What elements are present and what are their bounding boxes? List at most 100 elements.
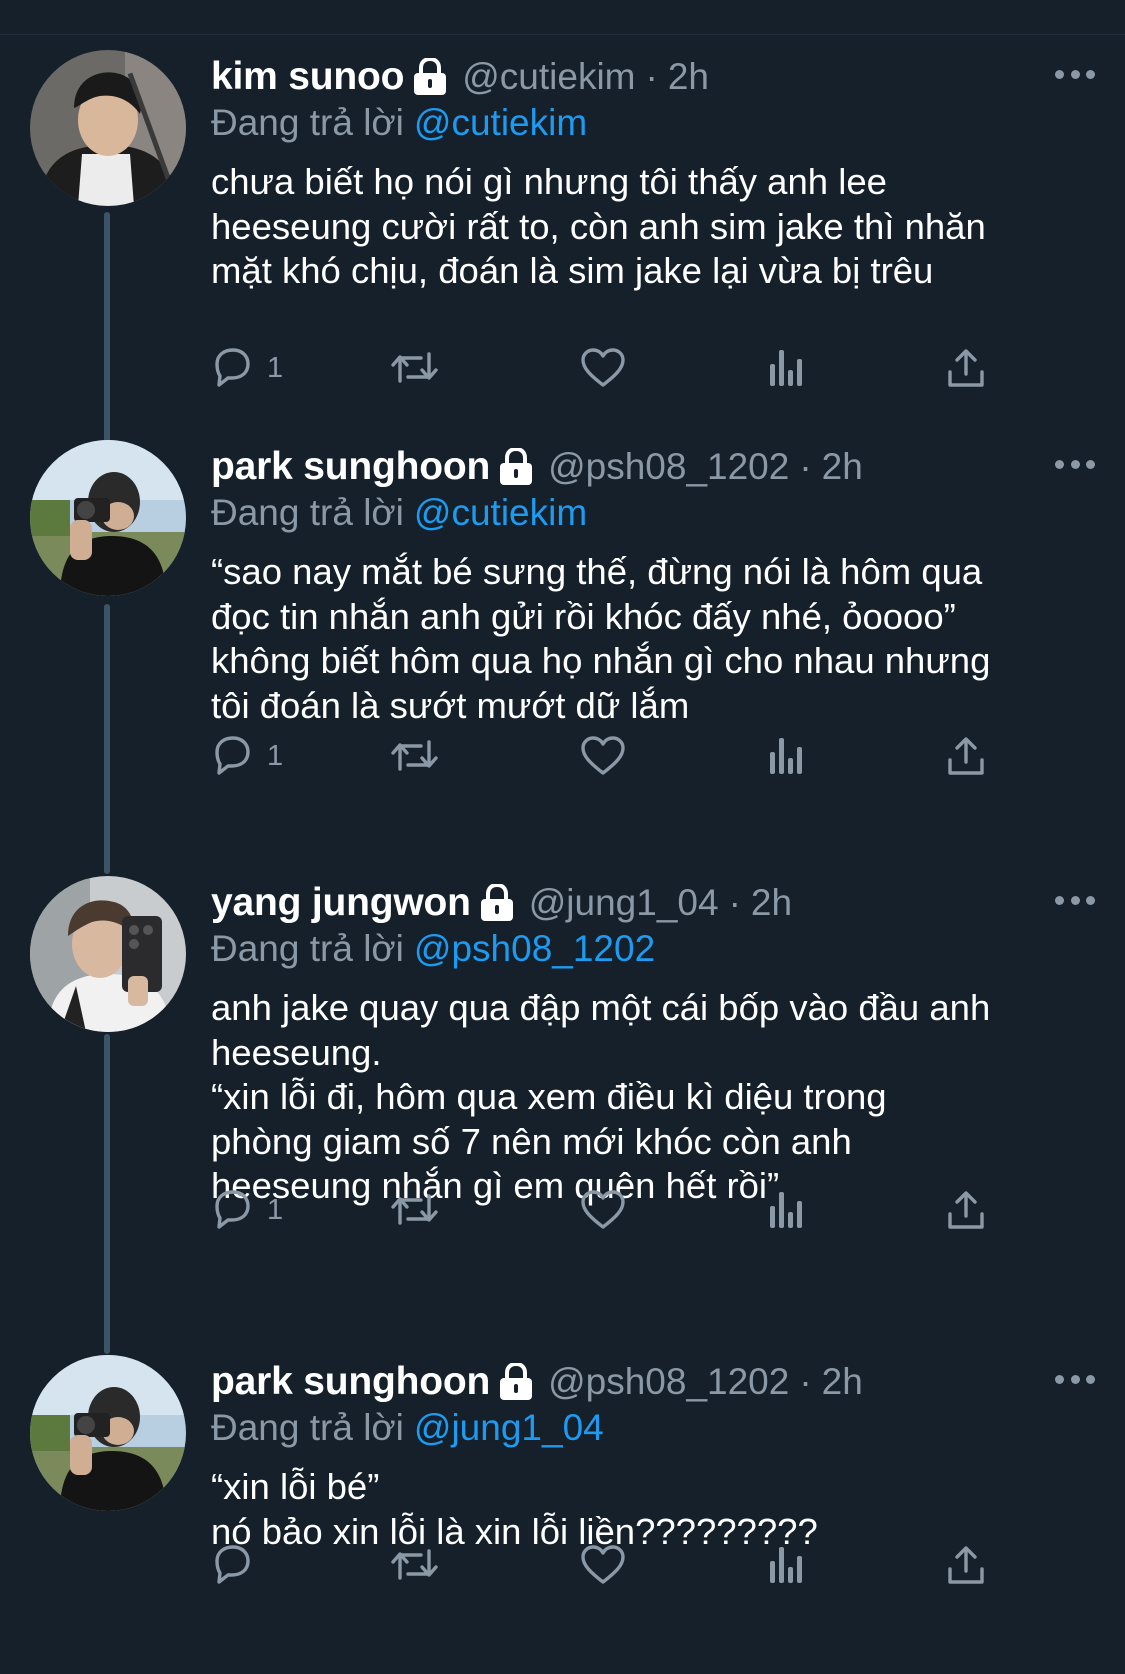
views-icon <box>770 1547 802 1583</box>
replying-to: Đang trả lời @psh08_1202 <box>211 928 655 970</box>
like-icon <box>581 1190 625 1229</box>
replying-to: Đang trả lời @cutiekim <box>211 102 587 144</box>
action-bar: 1 <box>211 1180 1031 1240</box>
mention-link[interactable]: @cutiekim <box>414 492 587 533</box>
views-button[interactable] <box>767 726 805 786</box>
tweet[interactable]: kim sunoo @cutiekim · 2h Đang trả lời @cu… <box>0 50 1125 410</box>
tweet-text: anh jake quay qua đập một cái bốp vào đầ… <box>211 986 1096 1209</box>
like-icon <box>581 1545 625 1584</box>
like-icon <box>581 736 625 775</box>
share-icon <box>948 349 984 387</box>
lock-icon <box>498 448 535 486</box>
top-divider <box>0 34 1125 35</box>
share-button[interactable] <box>946 1180 986 1240</box>
reply-button[interactable]: 1 <box>211 726 283 786</box>
tweet-text-line: tôi đoán là sướt mướt dữ lắm <box>211 684 690 726</box>
lock-icon <box>498 1363 535 1401</box>
tweet-text: chưa biết họ nói gì nhưng tôi thấy anh l… <box>211 160 1096 294</box>
tweet-text-line: heeseung cười rất to, còn anh sim jake t… <box>211 205 986 247</box>
user-handle[interactable]: @jung1_04 <box>529 882 719 924</box>
tweet-text-line: không biết hôm qua họ nhắn gì cho nhau n… <box>211 640 991 681</box>
share-icon <box>948 1191 984 1229</box>
reply-icon <box>215 1545 250 1584</box>
display-name[interactable]: kim sunoo <box>211 55 404 99</box>
tweet-text-line: phòng giam số 7 nên mới khóc còn anh <box>211 1120 852 1162</box>
retweet-button[interactable] <box>391 1180 439 1240</box>
replying-to-label: Đang trả lời <box>211 102 404 143</box>
avatar[interactable] <box>30 876 186 1032</box>
retweet-icon <box>391 352 438 383</box>
more-icon[interactable] <box>1055 68 1095 80</box>
share-button[interactable] <box>946 726 986 786</box>
tweet[interactable]: yang jungwon @jung1_04 · 2h Đang trả lời… <box>0 876 1125 1316</box>
replying-to: Đang trả lời @cutiekim <box>211 492 587 534</box>
user-handle[interactable]: @cutiekim <box>462 56 635 98</box>
timestamp[interactable]: 2h <box>668 56 709 98</box>
reply-count: 1 <box>267 351 284 384</box>
separator-dot: · <box>728 882 741 923</box>
mention-link[interactable]: @jung1_04 <box>414 1407 604 1448</box>
share-button[interactable] <box>946 338 986 398</box>
reply-icon <box>215 1190 250 1229</box>
like-button[interactable] <box>580 338 626 398</box>
separator-dot: · <box>799 1361 812 1402</box>
replying-to-label: Đang trả lời <box>211 1407 404 1448</box>
share-button[interactable] <box>946 1535 986 1595</box>
retweet-icon <box>391 1549 438 1580</box>
views-button[interactable] <box>767 1535 805 1595</box>
more-icon[interactable] <box>1055 1373 1095 1385</box>
tweet-text-line: “xin lỗi đi, hôm qua xem điều kì diệu tr… <box>211 1076 887 1117</box>
retweet-button[interactable] <box>391 726 439 786</box>
user-handle[interactable]: @psh08_1202 <box>548 446 789 488</box>
views-icon <box>770 350 802 386</box>
replying-to-label: Đang trả lời <box>211 492 404 533</box>
tweet-text-line: “sao nay mắt bé sưng thế, đừng nói là hô… <box>211 551 983 592</box>
reply-count: 1 <box>267 739 284 772</box>
tweet[interactable]: park sunghoon @psh08_1202 · 2h Đang trả … <box>0 1355 1125 1674</box>
avatar[interactable] <box>30 1355 186 1511</box>
replying-to-label: Đang trả lời <box>211 928 404 969</box>
like-button[interactable] <box>580 1180 626 1240</box>
lock-icon <box>478 884 515 922</box>
display-name[interactable]: yang jungwon <box>211 881 471 925</box>
reply-button[interactable] <box>211 1535 267 1595</box>
tweet[interactable]: park sunghoon @psh08_1202 · 2h Đang trả … <box>0 440 1125 840</box>
views-icon <box>770 1192 802 1228</box>
reply-button[interactable]: 1 <box>211 338 283 398</box>
user-handle[interactable]: @psh08_1202 <box>548 1361 789 1403</box>
display-name[interactable]: park sunghoon <box>211 445 490 489</box>
tweet-text-line: chưa biết họ nói gì nhưng tôi thấy anh l… <box>211 161 887 202</box>
more-icon[interactable] <box>1055 894 1095 906</box>
tweet-text-line: anh jake quay qua đập một cái bốp vào đầ… <box>211 987 991 1028</box>
mention-link[interactable]: @psh08_1202 <box>414 928 655 969</box>
tweet-text: “sao nay mắt bé sưng thế, đừng nói là hô… <box>211 550 1096 728</box>
retweet-button[interactable] <box>391 1535 439 1595</box>
reply-count: 1 <box>267 1193 284 1226</box>
lock-icon <box>412 58 449 96</box>
separator-dot: · <box>799 446 812 487</box>
retweet-button[interactable] <box>391 338 439 398</box>
like-button[interactable] <box>580 726 626 786</box>
like-icon <box>581 348 625 387</box>
display-name[interactable]: park sunghoon <box>211 1360 490 1404</box>
views-button[interactable] <box>767 1180 805 1240</box>
timestamp[interactable]: 2h <box>822 1361 863 1403</box>
avatar[interactable] <box>30 440 186 596</box>
action-bar: 1 <box>211 338 1031 398</box>
reply-icon <box>215 348 250 387</box>
retweet-icon <box>391 740 438 771</box>
more-icon[interactable] <box>1055 458 1095 470</box>
mention-link[interactable]: @cutiekim <box>414 102 587 143</box>
reply-button[interactable]: 1 <box>211 1180 283 1240</box>
views-icon <box>770 738 802 774</box>
timestamp[interactable]: 2h <box>822 446 863 488</box>
views-button[interactable] <box>767 338 805 398</box>
reply-icon <box>215 736 250 775</box>
action-bar: 1 <box>211 726 1031 786</box>
avatar[interactable] <box>30 50 186 206</box>
share-icon <box>948 737 984 775</box>
separator-dot: · <box>645 56 658 97</box>
timestamp[interactable]: 2h <box>751 882 792 924</box>
share-icon <box>948 1546 984 1584</box>
like-button[interactable] <box>580 1535 626 1595</box>
